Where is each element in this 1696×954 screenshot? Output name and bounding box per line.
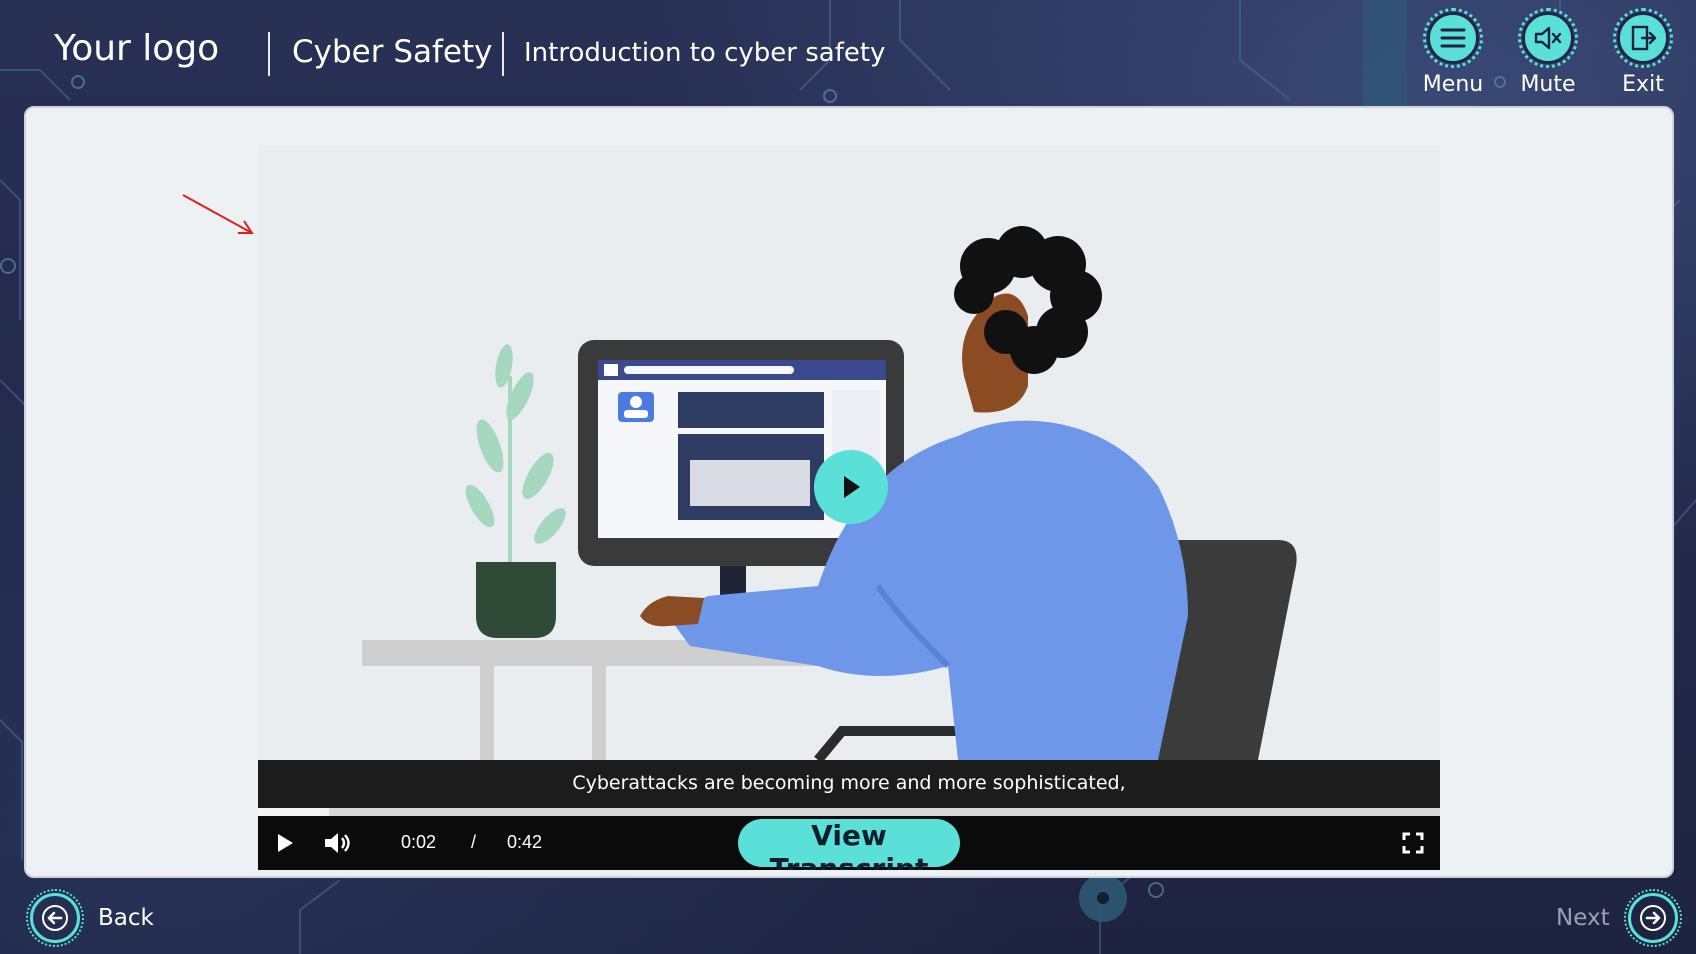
- header-divider: [502, 32, 504, 76]
- back-button[interactable]: Back: [26, 889, 154, 947]
- lesson-title: Introduction to cyber safety: [524, 38, 886, 68]
- time-separator: /: [471, 832, 477, 852]
- play-icon: [844, 476, 860, 498]
- mute-button[interactable]: Mute: [1508, 8, 1588, 102]
- video-caption: Cyberattacks are becoming more and more …: [258, 760, 1440, 808]
- header-divider: [268, 32, 270, 76]
- back-label: Back: [98, 905, 154, 931]
- current-time: 0:02: [401, 832, 437, 852]
- bottom-nav-bar: Back Next: [0, 878, 1696, 954]
- play-icon: [278, 834, 293, 852]
- progress-bar[interactable]: [258, 808, 1440, 816]
- next-label: Next: [1556, 905, 1610, 931]
- hamburger-icon: [1423, 8, 1483, 68]
- big-play-button[interactable]: [814, 450, 888, 524]
- mute-label: Mute: [1520, 72, 1576, 97]
- exit-door-icon: [1613, 8, 1673, 68]
- volume-button[interactable]: [322, 828, 352, 858]
- view-transcript-button[interactable]: View Transcript: [738, 819, 960, 870]
- duration: 0:42: [507, 832, 543, 852]
- volume-icon: [325, 833, 350, 853]
- arrow-right-icon: [1623, 889, 1682, 947]
- fullscreen-button[interactable]: [1398, 828, 1428, 858]
- progress-bar-fill: [258, 808, 329, 816]
- decorative-band: [1363, 0, 1407, 106]
- arrow-left-icon: [26, 889, 84, 947]
- top-bar: Your logo Cyber Safety Introduction to c…: [0, 0, 1696, 106]
- course-title: Cyber Safety: [292, 34, 493, 70]
- logo-text: Your logo: [54, 28, 220, 69]
- speaker-mute-icon: [1518, 8, 1578, 68]
- play-button[interactable]: [270, 828, 300, 858]
- menu-label: Menu: [1422, 72, 1484, 97]
- exit-label: Exit: [1622, 72, 1664, 97]
- video-player[interactable]: Cyberattacks are becoming more and more …: [258, 146, 1440, 870]
- fullscreen-icon: [1402, 832, 1424, 854]
- video-control-bar: 0:02 / 0:42 View Transcript: [258, 816, 1440, 870]
- menu-button[interactable]: Menu: [1413, 8, 1493, 102]
- exit-button[interactable]: Exit: [1603, 8, 1683, 102]
- next-button[interactable]: Next: [1556, 889, 1682, 947]
